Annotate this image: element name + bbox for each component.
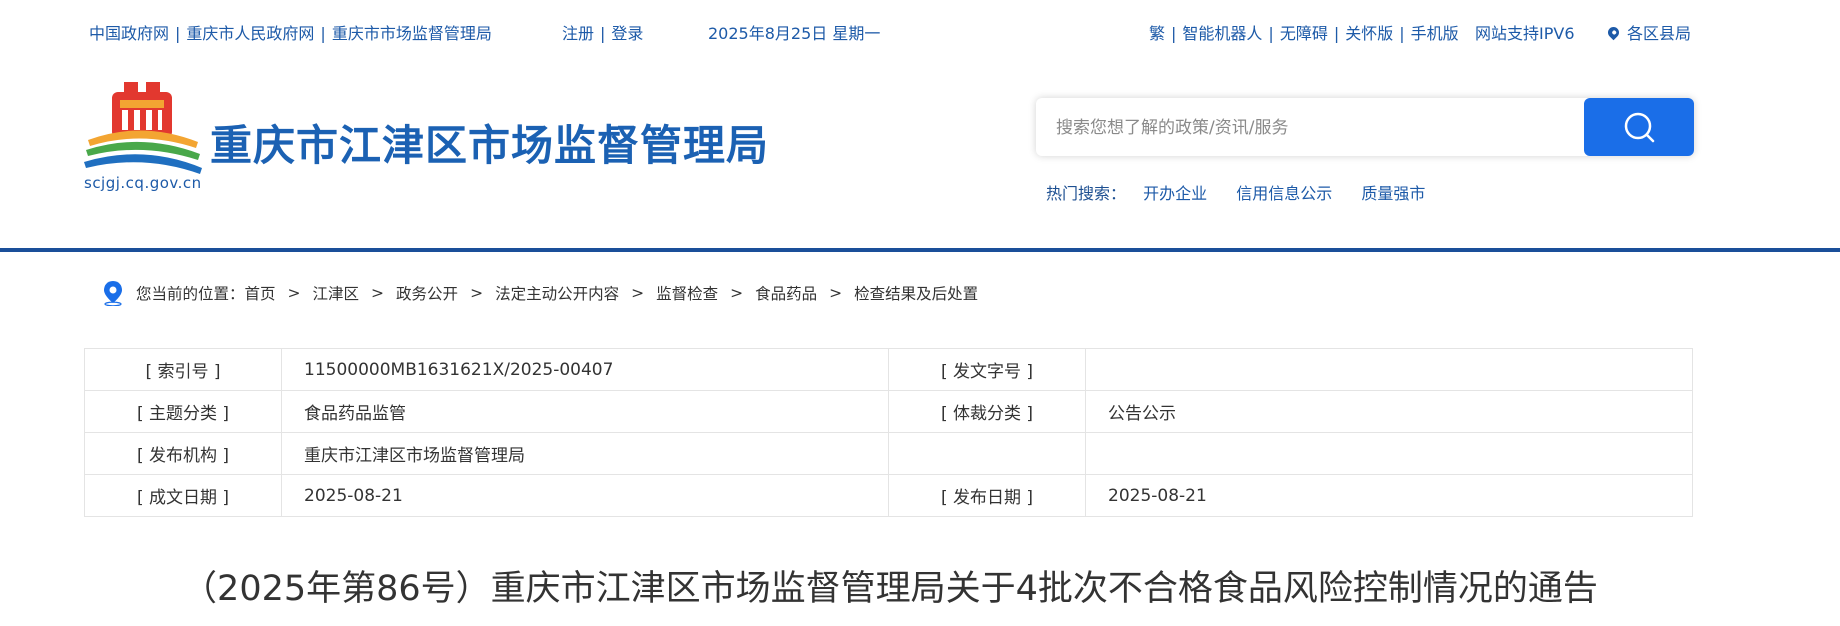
gov-links: 中国政府网 | 重庆市人民政府网 | 重庆市市场监督管理局 <box>89 24 492 43</box>
meta-key-empty <box>888 432 1086 475</box>
breadcrumb-public-content[interactable]: 法定主动公开内容 <box>495 282 619 304</box>
breadcrumb-gov-affairs[interactable]: 政务公开 <box>396 282 458 304</box>
table-row: [ 索引号 ] 11500000MB1631621X/2025-00407 [ … <box>84 348 1693 391</box>
meta-key-topic: [ 主题分类 ] <box>84 390 282 433</box>
current-date: 2025年8月25日 星期一 <box>708 24 881 43</box>
meta-value-genre: 公告公示 <box>1085 390 1693 433</box>
meta-key-genre: [ 体裁分类 ] <box>888 390 1086 433</box>
meta-value-publish-date: 2025-08-21 <box>1085 474 1693 517</box>
breadcrumb-food-drug[interactable]: 食品药品 <box>755 282 817 304</box>
meta-key-publisher: [ 发布机构 ] <box>84 432 282 475</box>
meta-value-topic: 食品药品监管 <box>281 390 889 433</box>
meta-key-index: [ 索引号 ] <box>84 348 282 391</box>
hot-search-item[interactable]: 开办企业 <box>1143 184 1207 203</box>
breadcrumb-prefix: 您当前的位置： <box>136 285 245 303</box>
link-cq-market-bureau[interactable]: 重庆市市场监督管理局 <box>332 24 492 43</box>
hot-search-label: 热门搜索： <box>1046 184 1127 203</box>
search-box <box>1036 98 1694 158</box>
account-links: 注册 | 登录 <box>562 24 644 43</box>
mobile-version-link[interactable]: 手机版 <box>1411 24 1459 43</box>
link-chongqing-gov[interactable]: 重庆市人民政府网 <box>186 24 314 43</box>
login-link[interactable]: 登录 <box>611 24 643 43</box>
breadcrumb-home[interactable]: 首页 <box>245 282 276 304</box>
hot-search-item[interactable]: 质量强市 <box>1361 184 1425 203</box>
breadcrumb-inspection[interactable]: 监督检查 <box>656 282 718 304</box>
top-utility-bar: 中国政府网 | 重庆市人民政府网 | 重庆市市场监督管理局 注册 | 登录 2025年8月2… <box>0 0 1840 62</box>
meta-value-empty <box>1085 432 1693 475</box>
table-row: [ 主题分类 ] 食品药品监管 [ 体裁分类 ] 公告公示 <box>84 390 1693 433</box>
smart-robot-link[interactable]: 智能机器人 <box>1182 24 1262 43</box>
document-meta-table: [ 索引号 ] 11500000MB1631621X/2025-00407 [ … <box>84 348 1693 517</box>
logo-domain-text: scjgj.cq.gov.cn <box>84 174 202 192</box>
meta-value-index: 11500000MB1631621X/2025-00407 <box>281 348 889 391</box>
traditional-chinese-link[interactable]: 繁 <box>1149 24 1165 43</box>
meta-key-publish-date: [ 发布日期 ] <box>888 474 1086 517</box>
header-divider <box>0 248 1840 252</box>
search-input[interactable] <box>1054 98 1598 158</box>
accessibility-links: 繁 | 智能机器人 | 无障碍 | 关怀版 | 手机版 <box>1149 24 1459 43</box>
breadcrumb-district[interactable]: 江津区 <box>313 282 360 304</box>
hot-search-item[interactable]: 信用信息公示 <box>1236 184 1332 203</box>
location-pin-icon <box>1605 24 1622 41</box>
logo-emblem-icon <box>84 82 202 174</box>
article-title: （2025年第86号）重庆市江津区市场监督管理局关于4批次不合格食品风险控制情况… <box>182 569 1598 609</box>
search-icon <box>1624 112 1655 143</box>
accessibility-link[interactable]: 无障碍 <box>1280 24 1328 43</box>
ipv6-support: 网站支持IPV6 <box>1475 24 1575 43</box>
location-marker-icon <box>104 281 122 306</box>
districts-label: 各区县局 <box>1627 24 1692 43</box>
meta-key-written-date: [ 成文日期 ] <box>84 474 282 517</box>
care-mode-link[interactable]: 关怀版 <box>1345 24 1393 43</box>
register-link[interactable]: 注册 <box>562 24 594 43</box>
table-row: [ 成文日期 ] 2025-08-21 [ 发布日期 ] 2025-08-21 <box>84 474 1693 517</box>
districts-link[interactable]: 各区县局 <box>1605 20 1692 44</box>
search-button[interactable] <box>1584 98 1694 156</box>
meta-value-publisher: 重庆市江津区市场监督管理局 <box>281 432 889 475</box>
breadcrumb: 您当前的位置： 首页 > 江津区 > 政务公开 > 法定主动公开内容 > 监督检… <box>102 280 978 306</box>
meta-value-doc-number <box>1085 348 1693 391</box>
hot-searches: 热门搜索： 开办企业 信用信息公示 质量强市 <box>1046 180 1449 204</box>
breadcrumb-results[interactable]: 检查结果及后处置 <box>854 282 978 304</box>
meta-value-written-date: 2025-08-21 <box>281 474 889 517</box>
site-title[interactable]: 重庆市江津区市场监督管理局 <box>210 112 769 173</box>
link-china-gov[interactable]: 中国政府网 <box>89 24 169 43</box>
table-row: [ 发布机构 ] 重庆市江津区市场监督管理局 <box>84 432 1693 475</box>
meta-key-doc-number: [ 发文字号 ] <box>888 348 1086 391</box>
